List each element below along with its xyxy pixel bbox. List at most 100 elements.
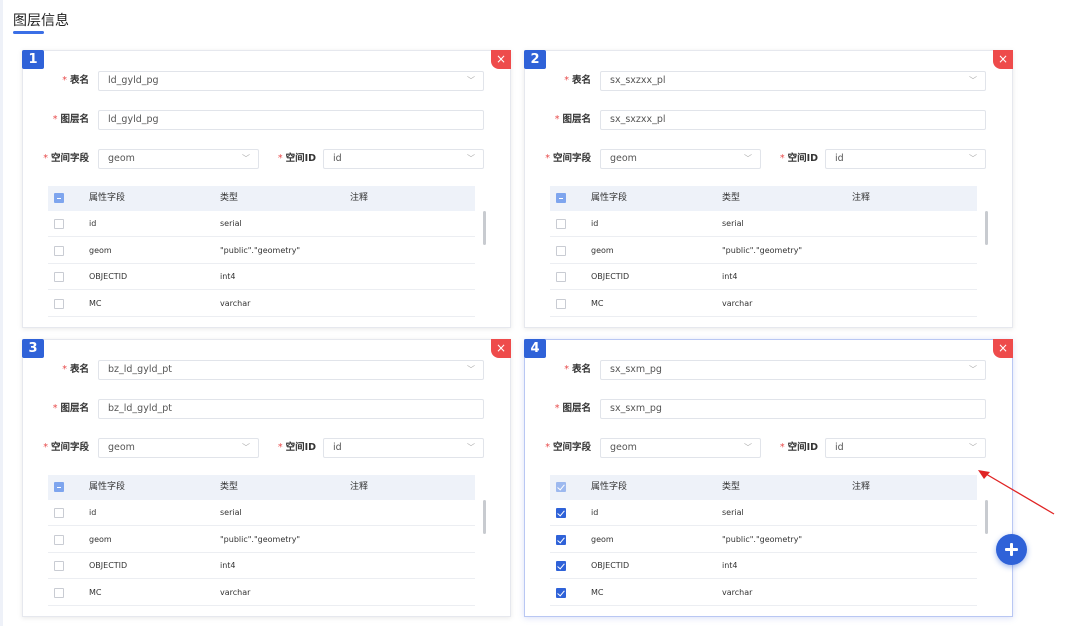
row-checkbox[interactable]: [54, 298, 64, 309]
chevron-down-icon: ﹀: [969, 76, 977, 85]
close-icon: ×: [495, 341, 507, 355]
row-field-type: varchar: [722, 587, 753, 597]
table-row[interactable]: OBJECTID int4: [48, 553, 475, 579]
table-row[interactable]: geom "public"."geometry": [550, 527, 977, 553]
row-checkbox[interactable]: [54, 272, 64, 282]
row-checkbox[interactable]: [54, 534, 64, 545]
row-checkbox[interactable]: [556, 245, 566, 256]
layer-name-label-text: 图层名: [60, 403, 89, 414]
spatial-id-value: id: [333, 153, 342, 164]
row-field-type: serial: [220, 219, 242, 228]
row-checkbox[interactable]: [54, 587, 64, 598]
layer-name-input[interactable]: sx_sxm_pg: [600, 399, 986, 419]
title-underline: [13, 31, 44, 34]
select-all-checkbox[interactable]: [556, 193, 566, 203]
table-row[interactable]: OBJECTID int4: [550, 553, 977, 579]
chevron-down-icon: ﹀: [467, 76, 475, 85]
spatial-id-value: id: [835, 442, 844, 453]
table-row[interactable]: MC varchar: [550, 291, 977, 317]
close-panel-button[interactable]: ×: [993, 50, 1013, 69]
table-name-label-text: 表名: [69, 364, 89, 375]
table-scrollbar[interactable]: [483, 211, 486, 245]
close-panel-button[interactable]: ×: [993, 339, 1013, 358]
spatial-id-value: id: [835, 153, 844, 164]
table-row[interactable]: id serial: [550, 211, 977, 237]
row-field-name: id: [591, 219, 599, 228]
layer-name-label: * 图层名: [555, 110, 591, 130]
column-header-type: 类型: [220, 482, 239, 492]
close-panel-button[interactable]: ×: [491, 339, 511, 358]
table-name-select[interactable]: ld_gyld_pg ﹀: [98, 71, 484, 91]
column-header-field: 属性字段: [591, 193, 628, 203]
row-field-name: OBJECTID: [591, 561, 630, 570]
table-name-label: * 表名: [62, 360, 89, 380]
required-mark: *: [277, 442, 283, 453]
table-row[interactable]: MC varchar: [550, 580, 977, 606]
required-mark: *: [277, 153, 283, 164]
chevron-down-icon: ﹀: [242, 443, 250, 452]
spatial-field-select[interactable]: geom ﹀: [98, 438, 259, 458]
row-checkbox[interactable]: [54, 561, 64, 571]
panel-number-badge: 1: [22, 50, 44, 69]
table-row[interactable]: MC varchar: [48, 580, 475, 606]
spatial-id-label-text: 空间ID: [787, 442, 818, 453]
row-checkbox[interactable]: [556, 587, 566, 598]
close-panel-button[interactable]: ×: [491, 50, 511, 69]
layer-name-input[interactable]: ld_gyld_pg: [98, 110, 484, 130]
layer-name-label-text: 图层名: [562, 114, 591, 125]
row-checkbox[interactable]: [556, 298, 566, 309]
row-checkbox[interactable]: [556, 219, 566, 229]
column-header-type: 类型: [220, 193, 239, 203]
table-row[interactable]: geom "public"."geometry": [550, 238, 977, 264]
table-row[interactable]: id serial: [48, 211, 475, 237]
table-row[interactable]: id serial: [48, 500, 475, 526]
row-checkbox[interactable]: [54, 219, 64, 229]
row-checkbox[interactable]: [54, 508, 64, 518]
column-header-field: 属性字段: [89, 482, 126, 492]
spatial-field-select[interactable]: geom ﹀: [600, 149, 761, 169]
spatial-field-label-text: 空间字段: [552, 153, 591, 164]
table-row[interactable]: geom "public"."geometry": [48, 238, 475, 264]
column-header-field: 属性字段: [89, 193, 126, 203]
table-row[interactable]: geom "public"."geometry": [48, 527, 475, 553]
table-name-select[interactable]: sx_sxm_pg ﹀: [600, 360, 986, 380]
required-mark: *: [62, 364, 67, 375]
row-checkbox[interactable]: [556, 508, 566, 518]
spatial-field-select[interactable]: geom ﹀: [600, 438, 761, 458]
row-checkbox[interactable]: [54, 245, 64, 256]
table-row[interactable]: OBJECTID int4: [550, 264, 977, 290]
column-header-type: 类型: [722, 482, 741, 492]
row-checkbox[interactable]: [556, 561, 566, 571]
spatial-field-select[interactable]: geom ﹀: [98, 149, 259, 169]
layer-name-input[interactable]: sx_sxzxx_pl: [600, 110, 986, 130]
row-checkbox[interactable]: [556, 534, 566, 545]
table-row[interactable]: id serial: [550, 500, 977, 526]
table-row[interactable]: MC varchar: [48, 291, 475, 317]
row-checkbox[interactable]: [556, 272, 566, 282]
panel-number-badge: 2: [524, 50, 546, 69]
table-name-select[interactable]: sx_sxzxx_pl ﹀: [600, 71, 986, 91]
spatial-id-select[interactable]: id ﹀: [825, 149, 986, 169]
spatial-field-label: * 空间字段: [43, 149, 89, 169]
table-row[interactable]: OBJECTID int4: [48, 264, 475, 290]
table-name-select[interactable]: bz_ld_gyld_pt ﹀: [98, 360, 484, 380]
table-scrollbar[interactable]: [483, 500, 486, 534]
close-icon: ×: [997, 341, 1009, 355]
layer-name-label: * 图层名: [555, 399, 591, 419]
table-scrollbar[interactable]: [985, 211, 988, 245]
required-mark: *: [779, 153, 785, 164]
spatial-id-select[interactable]: id ﹀: [825, 438, 986, 458]
spatial-id-select[interactable]: id ﹀: [323, 149, 484, 169]
add-layer-button[interactable]: [996, 534, 1027, 565]
close-icon: ×: [997, 52, 1009, 66]
row-field-type: int4: [220, 272, 236, 281]
select-all-checkbox[interactable]: [54, 193, 64, 203]
select-all-checkbox[interactable]: [54, 482, 64, 492]
layer-name-input[interactable]: bz_ld_gyld_pt: [98, 399, 484, 419]
spatial-id-select[interactable]: id ﹀: [323, 438, 484, 458]
row-field-name: MC: [89, 298, 102, 308]
select-all-checkbox[interactable]: [556, 482, 566, 492]
chevron-down-icon: ﹀: [969, 154, 977, 163]
chevron-down-icon: ﹀: [242, 154, 250, 163]
layer-name-label: * 图层名: [53, 110, 89, 130]
